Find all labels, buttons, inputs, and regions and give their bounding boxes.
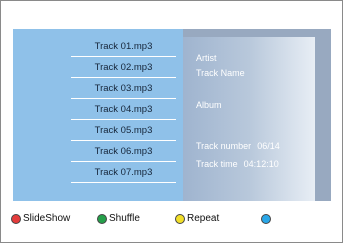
track-number-label: Track number bbox=[196, 141, 252, 151]
blue-button[interactable] bbox=[261, 211, 271, 227]
yellow-button-icon bbox=[175, 214, 185, 224]
album-label: Album bbox=[196, 100, 222, 110]
track-time-value: 04:12:10 bbox=[243, 159, 279, 169]
track-list: Track 01.mp3 Track 02.mp3 Track 03.mp3 T… bbox=[13, 29, 183, 201]
media-player-screen: Track 01.mp3 Track 02.mp3 Track 03.mp3 T… bbox=[0, 0, 343, 243]
shuffle-button[interactable]: Shuffle bbox=[97, 211, 140, 227]
track-list-item[interactable]: Track 01.mp3 bbox=[71, 37, 176, 57]
color-button-bar: SlideShow Shuffle Repeat bbox=[11, 211, 331, 227]
green-button-icon bbox=[97, 214, 107, 224]
repeat-label: Repeat bbox=[187, 213, 220, 224]
red-button-icon bbox=[11, 214, 21, 224]
track-list-item[interactable]: Track 06.mp3 bbox=[71, 142, 176, 162]
slideshow-label: SlideShow bbox=[23, 213, 71, 224]
track-list-item[interactable]: Track 02.mp3 bbox=[71, 58, 176, 78]
track-list-item[interactable]: Track 04.mp3 bbox=[71, 100, 176, 120]
repeat-button[interactable]: Repeat bbox=[175, 211, 219, 227]
slideshow-button[interactable]: SlideShow bbox=[11, 211, 70, 227]
track-list-item[interactable]: Track 05.mp3 bbox=[71, 121, 176, 141]
track-info-panel: Artist Track Name Album Track number 06/1… bbox=[183, 37, 315, 201]
track-number-row: Track number 06/14 bbox=[196, 141, 280, 152]
track-list-item[interactable]: Track 07.mp3 bbox=[71, 163, 176, 183]
track-time-row: Track time 04:12:10 bbox=[196, 159, 279, 170]
shuffle-label: Shuffle bbox=[109, 213, 140, 224]
track-number-value: 06/14 bbox=[257, 141, 280, 151]
track-name-label: Track Name bbox=[196, 68, 245, 78]
artist-label: Artist bbox=[196, 53, 217, 63]
blue-button-icon bbox=[261, 214, 271, 224]
track-list-item[interactable]: Track 03.mp3 bbox=[71, 79, 176, 99]
track-time-label: Track time bbox=[196, 159, 238, 169]
track-browser: Track 01.mp3 Track 02.mp3 Track 03.mp3 T… bbox=[13, 29, 331, 201]
